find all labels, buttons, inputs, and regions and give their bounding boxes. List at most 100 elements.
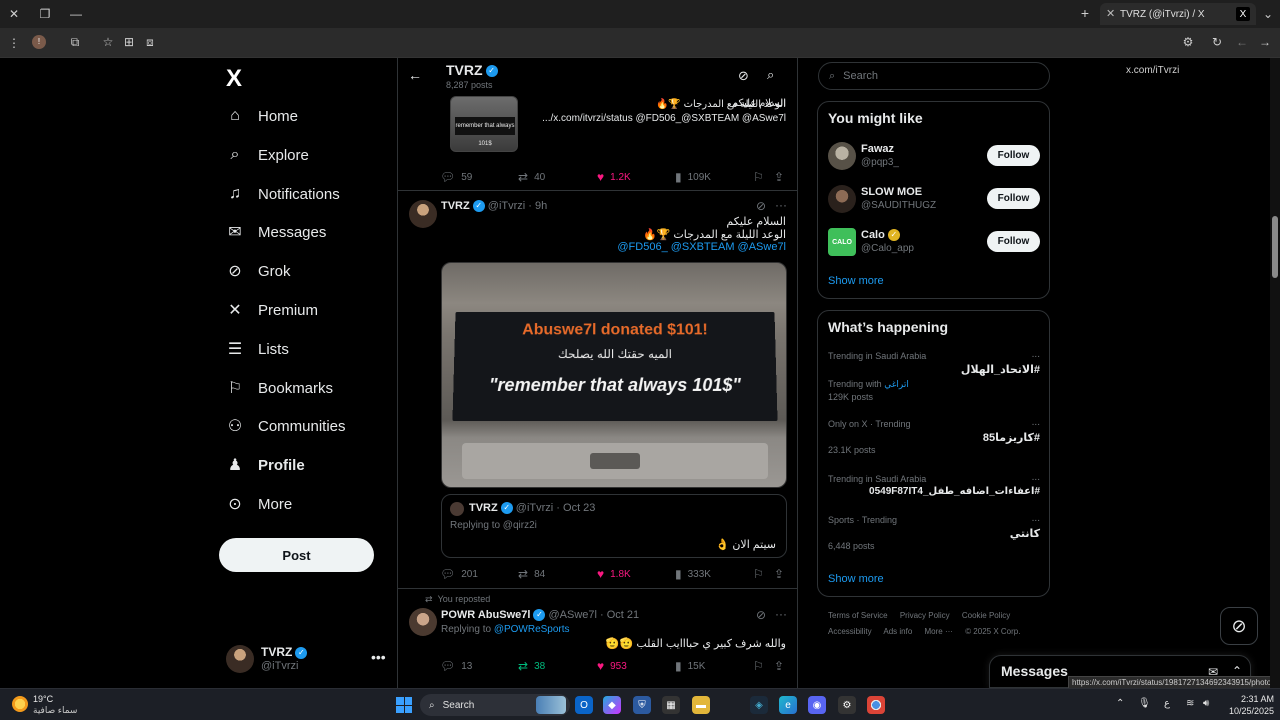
footer-link[interactable]: Ads info (883, 627, 912, 636)
footer-link[interactable]: More ··· (925, 627, 953, 636)
nav-grok[interactable]: ⊘ Grok (226, 256, 291, 286)
site-settings-icon[interactable]: ⚙ (1181, 35, 1195, 49)
reload-icon[interactable]: ↻ (1210, 35, 1224, 49)
more-dots-icon[interactable]: ... (1032, 349, 1040, 360)
new-tab-icon[interactable]: + (1079, 7, 1091, 19)
footer-link[interactable]: Accessibility (828, 627, 872, 636)
microphone-icon[interactable]: 🎙︎ (1138, 698, 1151, 709)
timeline[interactable]: ← TVRZ ✓ 8,287 posts ⊘ ⌕ السلام عليكم الو… (397, 58, 798, 688)
nav-messages[interactable]: ✉ Messages (226, 217, 326, 247)
tweet-text[interactable]: .../x.com/itvrzi/status @FD506_@SXBTEAM … (528, 113, 786, 124)
nav-explore[interactable]: ⌕ Explore (226, 140, 309, 170)
tab-list-icon[interactable]: ⌄ (1262, 8, 1274, 20)
screenshot-icon[interactable]: ⧈ (143, 35, 157, 49)
extensions-icon[interactable]: ⧉ (68, 35, 82, 49)
close-window-icon[interactable]: ✕ (8, 8, 20, 20)
trend-item[interactable]: Trending with اتراغي 129K posts (828, 379, 1040, 405)
share-button[interactable]: ⇪ (774, 567, 784, 581)
follow-button[interactable]: Follow (987, 231, 1040, 252)
avatar[interactable] (409, 608, 437, 636)
footer-link[interactable]: Privacy Policy (900, 611, 950, 620)
nav-lists[interactable]: ☰ Lists (226, 334, 289, 364)
grok-icon[interactable]: ⊘ (738, 68, 749, 84)
tweet-mentions[interactable]: @FD506_ @SXBTEAM @ASwe7l (441, 241, 786, 253)
reply-button[interactable]: 💬︎ 13 (440, 659, 472, 673)
x-logo-icon[interactable]: X (226, 65, 242, 93)
repost-button[interactable]: ⇄ 38 (518, 659, 545, 673)
like-button[interactable]: ♥ 953 (597, 659, 627, 673)
more-dots-icon[interactable]: ... (1032, 513, 1040, 524)
repost-button[interactable]: ⇄ 84 (518, 567, 545, 581)
more-dots-icon[interactable]: ... (1032, 472, 1040, 483)
avatar[interactable] (409, 200, 437, 228)
minimize-window-icon[interactable]: — (70, 8, 82, 20)
discord-icon[interactable]: ◉ (808, 696, 826, 714)
tab-active[interactable]: ✕ TVRZ (@iTvrzi) / X X (1100, 3, 1256, 25)
windows-start-icon[interactable] (396, 697, 412, 713)
page-scrollbar[interactable] (1270, 58, 1280, 688)
more-dots-icon[interactable]: ... (1032, 417, 1040, 428)
nav-profile[interactable]: ♟ Profile (226, 450, 305, 480)
nav-bookmarks[interactable]: ⚐ Bookmarks (226, 373, 333, 403)
views-button[interactable]: ▮ 333K (675, 567, 711, 581)
back-arrow-icon[interactable]: ← (408, 67, 422, 83)
outlook-icon[interactable]: O (575, 696, 593, 714)
views-button[interactable]: ▮ 109K (675, 170, 711, 184)
views-button[interactable]: ▮ 15K (675, 659, 705, 673)
more-dots-icon[interactable]: ••• (371, 649, 386, 665)
widget-image-icon[interactable] (536, 696, 566, 714)
tweet-author[interactable]: TVRZ ✓ @iTvrzi · 9h (441, 200, 547, 212)
clock[interactable]: 2:31 AM 10/25/2025 (1218, 693, 1274, 717)
tweet-author[interactable]: POWR AbuSwe7l ✓ @ASwe7l · Oct 21 (441, 609, 639, 621)
app-icon[interactable]: ◈ (750, 696, 768, 714)
trend-item[interactable]: Sports · Trending ... كانتي 6,448 posts (828, 515, 1040, 565)
bookmark-button[interactable]: ⚐ (753, 567, 764, 581)
file-explorer-icon[interactable]: ▬ (692, 696, 710, 714)
tweet-media-image[interactable]: Abuswe7l donated $101! الميه حقتك الله ي… (441, 262, 787, 488)
tray-overflow-icon[interactable]: ⌃ (1116, 698, 1124, 709)
menu-dots-icon[interactable]: ⋮ (8, 36, 20, 50)
repost-button[interactable]: ⇄ 40 (518, 170, 545, 184)
security-shield-icon[interactable]: ⛨ (633, 696, 651, 714)
follow-button[interactable]: Follow (987, 188, 1040, 209)
follow-button[interactable]: Follow (987, 145, 1040, 166)
nav-home[interactable]: ⌂ Home (226, 101, 298, 131)
show-more-link[interactable]: Show more (828, 275, 884, 287)
copilot-icon[interactable]: ◆ (603, 696, 621, 714)
reply-button[interactable]: 💬︎ 201 (440, 567, 478, 581)
suggestion-item[interactable]: SLOW MOE @SAUDITHUGZ Follow (828, 185, 1040, 215)
post-button[interactable]: Post (219, 538, 374, 572)
share-button[interactable]: ⇪ (774, 659, 784, 673)
suggestion-item[interactable]: Fawaz @pqp3_ Follow (828, 142, 1040, 172)
grok-icon[interactable]: ⊘ (756, 199, 766, 213)
bookmark-button[interactable]: ⚐ (753, 170, 764, 184)
weather-widget[interactable]: 19°C سماء صافية (12, 693, 92, 717)
more-dots-icon[interactable]: ··· (775, 607, 787, 621)
reply-button[interactable]: 💬︎ 59 (440, 170, 472, 184)
volume-icon[interactable]: 🔊︎ (1203, 698, 1209, 709)
steam-icon[interactable]: ⚙ (838, 696, 856, 714)
like-button[interactable]: ♥ 1.8K (597, 567, 631, 581)
like-button[interactable]: ♥ 1.2K (597, 170, 631, 184)
language-indicator[interactable]: ع (1164, 698, 1170, 709)
search-input[interactable]: ⌕ Search (818, 62, 1050, 90)
nav-communities[interactable]: ⚇ Communities (226, 411, 346, 441)
nav-more[interactable]: ⊙ More (226, 489, 292, 519)
profile-icon[interactable]: ! (32, 35, 46, 49)
chrome-icon[interactable] (867, 696, 885, 714)
account-switcher[interactable]: TVRZ ✓ @iTvrzi ••• (226, 643, 386, 677)
restore-window-icon[interactable]: ❐ (39, 8, 51, 20)
forward-icon[interactable]: ← (1235, 35, 1249, 49)
edge-icon[interactable]: e (779, 696, 797, 714)
grok-fab-icon[interactable]: ⊘ (1220, 607, 1258, 645)
nav-premium[interactable]: ✕ Premium (226, 295, 318, 325)
close-tab-icon[interactable]: ✕ (1106, 7, 1115, 20)
quoted-tweet[interactable]: TVRZ ✓ @iTvrzi · Oct 23 Replying to @qirz… (441, 494, 787, 558)
trend-item[interactable]: Only on X · Trending ... #كاريزما85 23.1… (828, 419, 1040, 469)
footer-link[interactable]: Terms of Service (828, 611, 888, 620)
suggestion-item[interactable]: CALO Calo ✓ @Calo_app Follow (828, 228, 1040, 258)
scrollbar-thumb[interactable] (1272, 216, 1278, 278)
bookmark-star-icon[interactable]: ☆ (101, 35, 115, 49)
footer-link[interactable]: Cookie Policy (962, 611, 1010, 620)
more-dots-icon[interactable]: ··· (775, 198, 787, 212)
